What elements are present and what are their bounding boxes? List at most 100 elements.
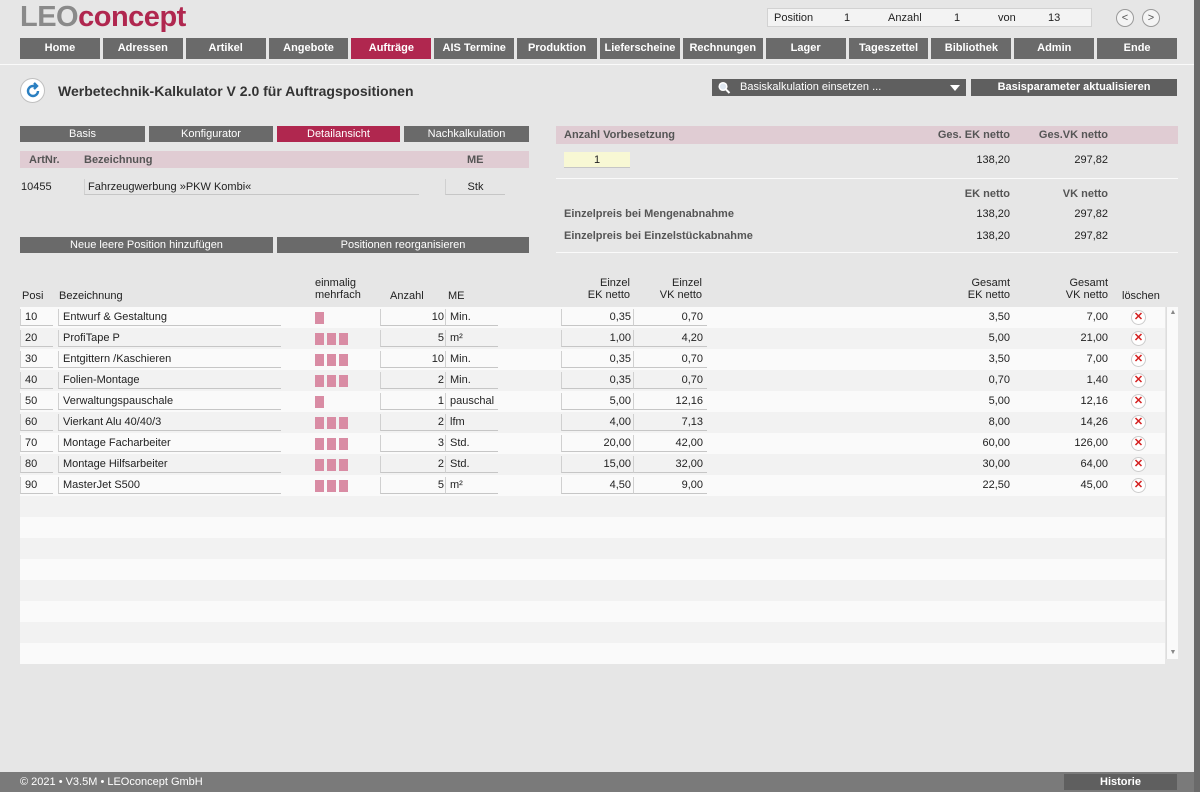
article-unit-field[interactable]: Stk <box>445 179 505 195</box>
unit-field[interactable]: m² <box>445 330 498 347</box>
delete-icon[interactable]: ✕ <box>1131 415 1146 430</box>
unit-field[interactable]: lfm <box>445 414 498 431</box>
unit-field[interactable]: m² <box>445 477 498 494</box>
position-field[interactable]: 20 <box>20 330 53 347</box>
menu-item-lager[interactable]: Lager <box>765 38 846 59</box>
qty-preset-input[interactable]: 1 <box>564 152 630 168</box>
position-field[interactable]: 10 <box>20 309 53 326</box>
back-arrow-icon[interactable] <box>20 78 45 103</box>
unit-vk-field[interactable]: 12,16 <box>633 393 707 410</box>
calc-mode-indicator[interactable] <box>315 333 324 345</box>
menu-item-admin[interactable]: Admin <box>1014 38 1095 59</box>
unit-field[interactable]: Min. <box>445 372 498 389</box>
unit-vk-field[interactable]: 9,00 <box>633 477 707 494</box>
unit-vk-field[interactable]: 4,20 <box>633 330 707 347</box>
unit-vk-field[interactable]: 0,70 <box>633 372 707 389</box>
quantity-field[interactable]: 3 <box>380 435 448 452</box>
calc-mode-indicator[interactable] <box>315 354 324 366</box>
quantity-field[interactable]: 2 <box>380 456 448 473</box>
menu-item-produktion[interactable]: Produktion <box>517 38 598 59</box>
name-field[interactable]: Entwurf & Gestaltung <box>58 309 281 326</box>
menu-item-ais-termine[interactable]: AIS Termine <box>434 38 515 59</box>
calc-mode-indicator[interactable] <box>339 354 348 366</box>
menu-item-artikel[interactable]: Artikel <box>185 38 266 59</box>
quantity-field[interactable]: 1 <box>380 393 448 410</box>
update-base-parameters-button[interactable]: Basisparameter aktualisieren <box>971 79 1177 96</box>
calc-mode-indicator[interactable] <box>315 438 324 450</box>
position-field[interactable]: 80 <box>20 456 53 473</box>
unit-vk-field[interactable]: 0,70 <box>633 351 707 368</box>
name-field[interactable]: Verwaltungspauschale <box>58 393 281 410</box>
name-field[interactable]: Entgittern /Kaschieren <box>58 351 281 368</box>
unit-ek-field[interactable]: 4,50 <box>561 477 635 494</box>
unit-vk-field[interactable]: 0,70 <box>633 309 707 326</box>
menu-item-adressen[interactable]: Adressen <box>102 38 183 59</box>
calc-mode-indicator[interactable] <box>339 438 348 450</box>
tab-basis[interactable]: Basis <box>20 126 145 142</box>
menu-item-rechnungen[interactable]: Rechnungen <box>682 38 763 59</box>
table-scrollbar[interactable]: ▲ ▼ <box>1166 307 1178 659</box>
add-position-button[interactable]: Neue leere Position hinzufügen <box>20 237 273 253</box>
calc-mode-indicator[interactable] <box>327 480 336 492</box>
unit-ek-field[interactable]: 0,35 <box>561 372 635 389</box>
menu-item-angebote[interactable]: Angebote <box>268 38 349 59</box>
menu-item-home[interactable]: Home <box>20 38 100 59</box>
calc-mode-indicator[interactable] <box>339 375 348 387</box>
calc-mode-indicator[interactable] <box>339 480 348 492</box>
unit-ek-field[interactable]: 5,00 <box>561 393 635 410</box>
unit-field[interactable]: Min. <box>445 309 498 326</box>
menu-item-ende[interactable]: Ende <box>1097 38 1178 59</box>
calc-mode-indicator[interactable] <box>315 312 324 324</box>
calc-mode-indicator[interactable] <box>339 333 348 345</box>
menu-item-aufträge[interactable]: Aufträge <box>351 38 432 59</box>
tab-konfigurator[interactable]: Konfigurator <box>149 126 273 142</box>
quantity-field[interactable]: 2 <box>380 372 448 389</box>
history-button[interactable]: Historie <box>1064 774 1177 790</box>
position-field[interactable]: 60 <box>20 414 53 431</box>
delete-icon[interactable]: ✕ <box>1131 310 1146 325</box>
tab-detailansicht[interactable]: Detailansicht <box>277 126 400 142</box>
menu-item-lieferscheine[interactable]: Lieferscheine <box>600 38 680 59</box>
delete-icon[interactable]: ✕ <box>1131 394 1146 409</box>
delete-icon[interactable]: ✕ <box>1131 331 1146 346</box>
unit-ek-field[interactable]: 0,35 <box>561 351 635 368</box>
position-field[interactable]: 90 <box>20 477 53 494</box>
delete-icon[interactable]: ✕ <box>1131 478 1146 493</box>
calc-mode-indicator[interactable] <box>327 438 336 450</box>
calc-mode-indicator[interactable] <box>327 333 336 345</box>
name-field[interactable]: ProfiTape P <box>58 330 281 347</box>
reorganize-positions-button[interactable]: Positionen reorganisieren <box>277 237 529 253</box>
delete-icon[interactable]: ✕ <box>1131 373 1146 388</box>
delete-icon[interactable]: ✕ <box>1131 352 1146 367</box>
article-name-field[interactable]: Fahrzeugwerbung »PKW Kombi« <box>84 179 419 195</box>
name-field[interactable]: Folien-Montage <box>58 372 281 389</box>
menu-item-bibliothek[interactable]: Bibliothek <box>931 38 1012 59</box>
menu-item-tageszettel[interactable]: Tageszettel <box>848 38 929 59</box>
calc-mode-indicator[interactable] <box>327 459 336 471</box>
unit-vk-field[interactable]: 42,00 <box>633 435 707 452</box>
unit-ek-field[interactable]: 20,00 <box>561 435 635 452</box>
calc-mode-indicator[interactable] <box>339 417 348 429</box>
unit-field[interactable]: Std. <box>445 456 498 473</box>
quantity-field[interactable]: 2 <box>380 414 448 431</box>
calc-mode-indicator[interactable] <box>327 375 336 387</box>
unit-field[interactable]: Min. <box>445 351 498 368</box>
unit-ek-field[interactable]: 0,35 <box>561 309 635 326</box>
calc-mode-indicator[interactable] <box>315 480 324 492</box>
calc-mode-indicator[interactable] <box>327 417 336 429</box>
position-field[interactable]: 40 <box>20 372 53 389</box>
position-field[interactable]: 50 <box>20 393 53 410</box>
scroll-up-icon[interactable]: ▲ <box>1168 308 1178 318</box>
unit-field[interactable]: Std. <box>445 435 498 452</box>
delete-icon[interactable]: ✕ <box>1131 457 1146 472</box>
unit-vk-field[interactable]: 7,13 <box>633 414 707 431</box>
next-record-button[interactable]: > <box>1142 9 1160 27</box>
quantity-field[interactable]: 10 <box>380 351 448 368</box>
name-field[interactable]: Vierkant Alu 40/40/3 <box>58 414 281 431</box>
name-field[interactable]: Montage Facharbeiter <box>58 435 281 452</box>
tab-nachkalkulation[interactable]: Nachkalkulation <box>404 126 529 142</box>
calc-mode-indicator[interactable] <box>315 396 324 408</box>
calc-mode-indicator[interactable] <box>327 354 336 366</box>
unit-ek-field[interactable]: 1,00 <box>561 330 635 347</box>
calc-mode-indicator[interactable] <box>339 459 348 471</box>
